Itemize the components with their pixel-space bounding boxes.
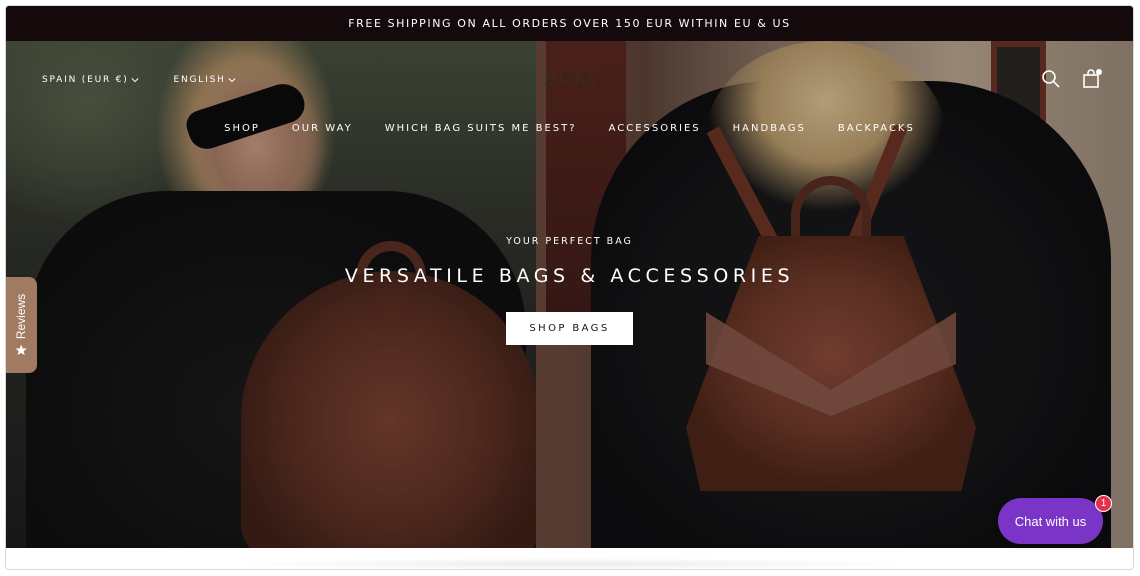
locale-selectors: SPAIN (EUR €) ENGLISH [42, 75, 236, 85]
main-navigation: SHOP OUR WAY WHICH BAG SUITS ME BEST? AC… [6, 123, 1133, 134]
page-content-start [6, 548, 1133, 569]
nav-item-accessories[interactable]: ACCESSORIES [609, 123, 701, 134]
nav-item-handbags[interactable]: HANDBAGS [733, 123, 806, 134]
hero-banner: SPAIN (EUR €) ENGLISH BUKY SHOP OUR WAY … [6, 41, 1133, 548]
chat-button-label: Chat with us [1014, 513, 1087, 529]
country-selector[interactable]: SPAIN (EUR €) [42, 75, 139, 85]
chat-button[interactable]: Chat with us [998, 498, 1103, 544]
nav-item-which-bag[interactable]: WHICH BAG SUITS ME BEST? [385, 123, 577, 134]
logo-text: BUKY [543, 67, 599, 89]
reviews-tab-label: Reviews [14, 293, 29, 340]
star-icon [15, 344, 28, 356]
announcement-text: FREE SHIPPING ON ALL ORDERS OVER 150 EUR… [348, 17, 791, 30]
reviews-tab[interactable]: Reviews [6, 277, 37, 373]
search-icon[interactable] [1041, 69, 1061, 89]
hero-subtitle: YOUR PERFECT BAG [506, 236, 633, 247]
nav-item-shop[interactable]: SHOP [224, 123, 260, 134]
hero-title: VERSATILE BAGS & ACCESSORIES [344, 265, 795, 287]
site-logo[interactable]: BUKY [543, 65, 599, 91]
language-selector-label: ENGLISH [173, 75, 226, 85]
hero-copy: YOUR PERFECT BAG VERSATILE BAGS & ACCESS… [6, 236, 1133, 345]
shop-bags-button[interactable]: SHOP BAGS [506, 312, 633, 345]
header-actions [1041, 69, 1102, 89]
language-selector[interactable]: ENGLISH [174, 75, 236, 85]
cart-icon[interactable] [1081, 69, 1102, 89]
cart-indicator-dot [1096, 69, 1102, 75]
announcement-bar: FREE SHIPPING ON ALL ORDERS OVER 150 EUR… [6, 6, 1133, 41]
country-selector-label: SPAIN (EUR €) [42, 75, 129, 85]
chevron-down-icon [130, 78, 139, 83]
chevron-down-icon [228, 78, 236, 83]
nav-item-our-way[interactable]: OUR WAY [292, 123, 353, 134]
chat-unread-badge: 1 [1095, 495, 1112, 512]
browser-viewport: FREE SHIPPING ON ALL ORDERS OVER 150 EUR… [5, 5, 1134, 570]
nav-item-backpacks[interactable]: BACKPACKS [838, 123, 915, 134]
